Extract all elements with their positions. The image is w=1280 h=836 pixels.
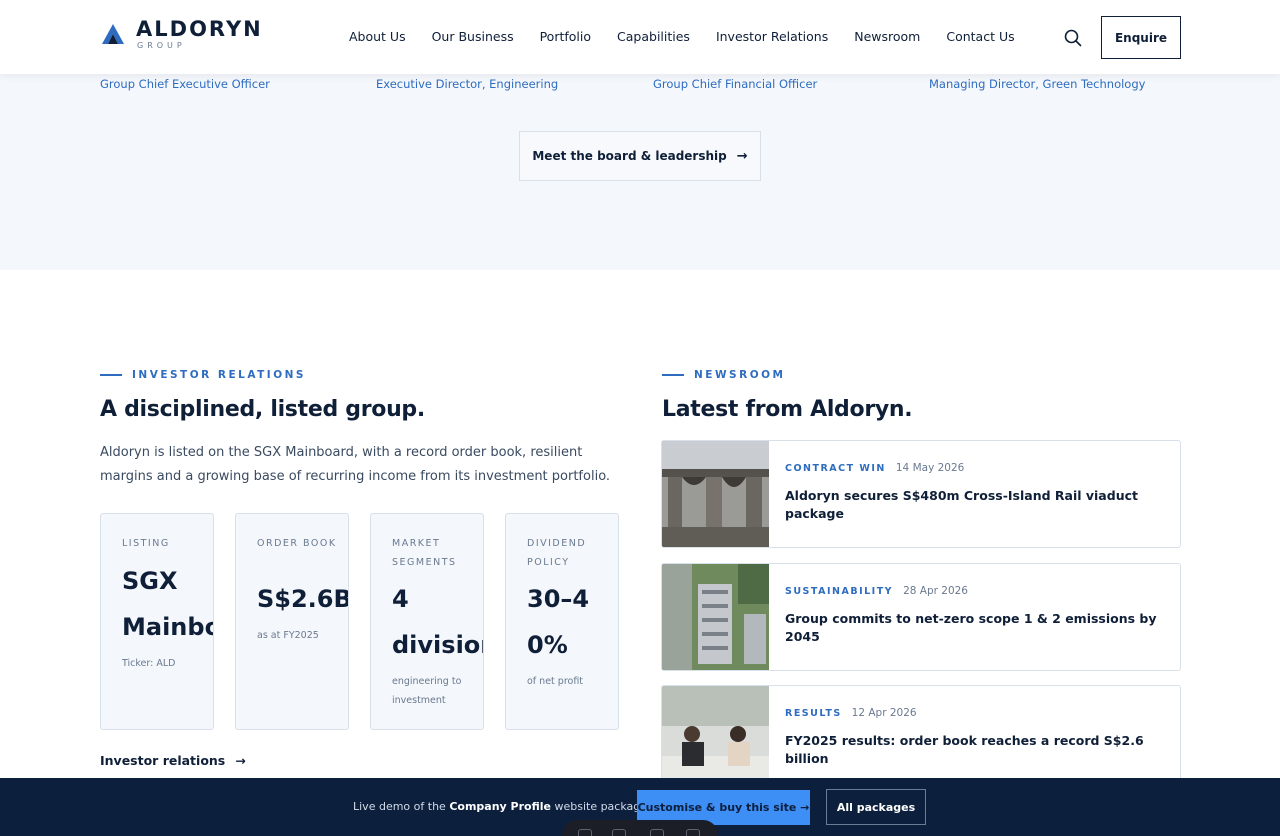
site-header: ALDORYN GROUP About Us Our Business Port… xyxy=(0,0,1280,74)
news-date: 14 May 2026 xyxy=(895,462,965,474)
dock-icon[interactable] xyxy=(650,829,664,836)
main-nav: About Us Our Business Portfolio Capabili… xyxy=(336,29,1028,44)
stat-label: MARKET SEGMENTS xyxy=(392,538,457,568)
stat-label: LISTING xyxy=(122,538,170,549)
dock-icon[interactable] xyxy=(686,829,700,836)
arrow-right-icon: → xyxy=(235,753,246,768)
stat-note: Ticker: ALD xyxy=(122,658,176,669)
nav-about-us[interactable]: About Us xyxy=(349,29,406,44)
arrow-right-icon: → xyxy=(736,148,748,164)
stat-card-listing: LISTING SGX Mainboard Ticker: ALD xyxy=(100,513,214,730)
stat-card-dividend-policy: DIVIDEND POLICY 30–40% of net profit xyxy=(505,513,619,730)
newsroom-eyebrow-label: NEWSROOM xyxy=(694,369,786,381)
newsroom-heading: Latest from Aldoryn. xyxy=(662,397,913,422)
newsroom-eyebrow: NEWSROOM xyxy=(662,369,786,381)
news-tag: RESULTS xyxy=(785,707,842,719)
news-item[interactable]: RESULTS 12 Apr 2026 FY2025 results: orde… xyxy=(661,685,1181,793)
search-icon[interactable] xyxy=(1064,29,1082,47)
stat-note: engineering to investment xyxy=(392,676,462,706)
stat-label: ORDER BOOK xyxy=(257,538,337,549)
eyebrow-line xyxy=(662,374,684,376)
news-meta: CONTRACT WIN 14 May 2026 xyxy=(785,462,964,474)
news-tag: SUSTAINABILITY xyxy=(785,585,894,597)
stat-card-order-book: ORDER BOOK S$2.6B as at FY2025 xyxy=(235,513,349,730)
stat-value: 4 divisions xyxy=(392,585,483,659)
nav-contact-us[interactable]: Contact Us xyxy=(946,29,1014,44)
enquire-button[interactable]: Enquire xyxy=(1101,16,1181,59)
logo-sub: GROUP xyxy=(137,41,186,50)
nav-investor-relations[interactable]: Investor Relations xyxy=(716,29,828,44)
investor-heading: A disciplined, listed group. xyxy=(100,397,425,422)
investor-relations-link[interactable]: Investor relations → xyxy=(100,753,246,768)
news-title: FY2025 results: order book reaches a rec… xyxy=(785,733,1144,766)
news-meta: RESULTS 12 Apr 2026 xyxy=(785,707,917,719)
eyebrow-line xyxy=(100,374,122,376)
stat-note: of net profit xyxy=(527,676,584,687)
leader-role: Group Chief Financial Officer xyxy=(653,77,818,91)
stat-label: DIVIDEND POLICY xyxy=(527,538,587,568)
news-image-viaduct xyxy=(662,441,769,547)
logo[interactable]: ALDORYN GROUP xyxy=(101,18,263,50)
demo-bar-package: Company Profile xyxy=(449,800,551,813)
nav-newsroom[interactable]: Newsroom xyxy=(854,29,920,44)
leader-role: Managing Director, Green Technology xyxy=(929,77,1146,91)
news-title: Group commits to net-zero scope 1 & 2 em… xyxy=(785,611,1157,644)
meet-board-label: Meet the board & leadership xyxy=(532,149,727,163)
news-tag: CONTRACT WIN xyxy=(785,462,886,474)
stat-card-market-segments: MARKET SEGMENTS 4 divisions engineering … xyxy=(370,513,484,730)
nav-capabilities[interactable]: Capabilities xyxy=(617,29,690,44)
leader-role: Executive Director, Engineering xyxy=(376,77,559,91)
meet-board-button[interactable]: Meet the board & leadership → xyxy=(519,131,761,181)
investor-eyebrow: INVESTOR RELATIONS xyxy=(100,369,306,381)
stat-note: as at FY2025 xyxy=(257,630,319,641)
news-date: 28 Apr 2026 xyxy=(903,585,968,597)
investor-relations-link-label: Investor relations xyxy=(100,753,226,768)
news-meta: SUSTAINABILITY 28 Apr 2026 xyxy=(785,585,968,597)
dock-icon[interactable] xyxy=(578,829,592,836)
leader-role: Group Chief Executive Officer xyxy=(100,77,270,91)
news-image-aerial xyxy=(662,564,769,670)
investor-text: Aldoryn is listed on the SGX Mainboard, … xyxy=(100,445,611,484)
news-item[interactable]: SUSTAINABILITY 28 Apr 2026 Group commits… xyxy=(661,563,1181,671)
demo-bar: Live demo of the Company Profile website… xyxy=(0,778,1280,836)
demo-bar-text: Live demo of the Company Profile website… xyxy=(353,800,651,813)
demo-bar-prefix: Live demo of the xyxy=(353,800,446,813)
investor-eyebrow-label: INVESTOR RELATIONS xyxy=(132,369,306,381)
stat-value: S$2.6B xyxy=(257,585,349,613)
news-image-meeting xyxy=(662,686,769,792)
news-item[interactable]: CONTRACT WIN 14 May 2026 Aldoryn secures… xyxy=(661,440,1181,548)
logo-mark-icon xyxy=(102,24,124,44)
all-packages-button[interactable]: All packages xyxy=(826,789,926,825)
logo-name: ALDORYN xyxy=(136,17,263,41)
dock xyxy=(562,820,718,836)
nav-our-business[interactable]: Our Business xyxy=(432,29,514,44)
nav-portfolio[interactable]: Portfolio xyxy=(540,29,591,44)
news-title: Aldoryn secures S$480m Cross-Island Rail… xyxy=(785,488,1138,521)
stat-value: 30–40% xyxy=(527,585,590,659)
news-date: 12 Apr 2026 xyxy=(851,707,917,719)
stat-value: SGX Mainboard xyxy=(122,567,213,641)
dock-icon[interactable] xyxy=(612,829,626,836)
